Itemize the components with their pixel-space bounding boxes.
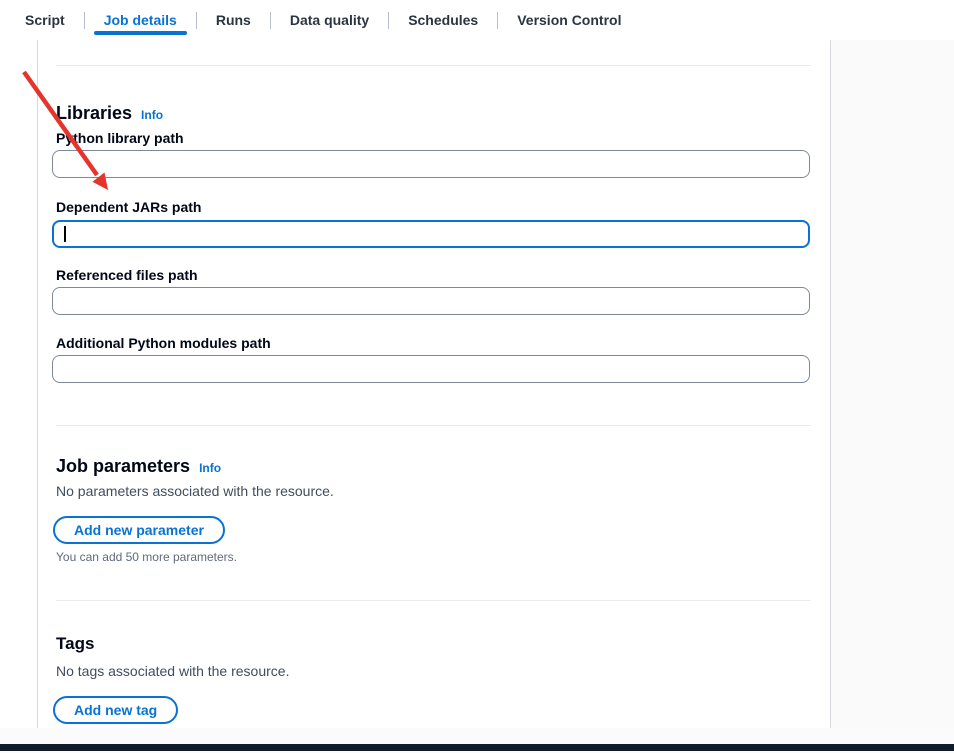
libraries-heading: Libraries	[56, 102, 132, 124]
tab-script[interactable]: Script	[25, 0, 65, 40]
dependent-jars-path-input[interactable]	[52, 220, 810, 248]
tab-label: Script	[25, 12, 65, 28]
tags-heading-row: Tags	[56, 633, 94, 655]
add-new-tag-button[interactable]: Add new tag	[53, 696, 178, 724]
tab-data-quality[interactable]: Data quality	[290, 0, 369, 40]
job-parameters-heading: Job parameters	[56, 455, 190, 477]
tab-version-control[interactable]: Version Control	[517, 0, 621, 40]
tags-empty-text: No tags associated with the resource.	[56, 662, 289, 680]
section-divider	[56, 600, 811, 601]
referenced-files-path-label: Referenced files path	[56, 267, 198, 283]
job-parameters-helper-text: You can add 50 more parameters.	[56, 550, 237, 564]
tab-label: Schedules	[408, 12, 478, 28]
libraries-info-link[interactable]: Info	[141, 108, 163, 122]
job-details-panel: Libraries Info Python library path Depen…	[37, 40, 831, 728]
tab-separator	[497, 12, 498, 29]
python-library-path-label: Python library path	[56, 130, 184, 146]
job-parameters-heading-row: Job parameters Info	[56, 455, 221, 477]
job-parameters-info-link[interactable]: Info	[199, 461, 221, 475]
tab-label: Runs	[216, 12, 251, 28]
libraries-heading-row: Libraries Info	[56, 102, 163, 124]
section-divider	[56, 65, 811, 66]
tab-separator	[388, 12, 389, 29]
python-library-path-input[interactable]	[52, 150, 810, 178]
tab-separator	[270, 12, 271, 29]
page-background	[831, 40, 954, 728]
section-divider	[56, 425, 811, 426]
tab-label: Data quality	[290, 12, 369, 28]
tags-heading: Tags	[56, 633, 94, 655]
tab-schedules[interactable]: Schedules	[408, 0, 478, 40]
add-new-parameter-button[interactable]: Add new parameter	[53, 516, 225, 544]
job-parameters-empty-text: No parameters associated with the resour…	[56, 482, 334, 500]
tab-separator	[196, 12, 197, 29]
additional-python-modules-path-label: Additional Python modules path	[56, 335, 271, 351]
dependent-jars-path-label: Dependent JARs path	[56, 199, 201, 215]
text-cursor	[64, 226, 66, 242]
additional-python-modules-path-input[interactable]	[52, 355, 810, 383]
footer-bar	[0, 744, 954, 751]
tab-runs[interactable]: Runs	[216, 0, 251, 40]
tab-bar: Script Job details Runs Data quality Sch…	[0, 0, 954, 40]
tab-label: Version Control	[517, 12, 621, 28]
tab-job-details[interactable]: Job details	[104, 0, 177, 40]
referenced-files-path-input[interactable]	[52, 287, 810, 315]
tab-label: Job details	[104, 12, 177, 28]
tab-separator	[84, 12, 85, 29]
